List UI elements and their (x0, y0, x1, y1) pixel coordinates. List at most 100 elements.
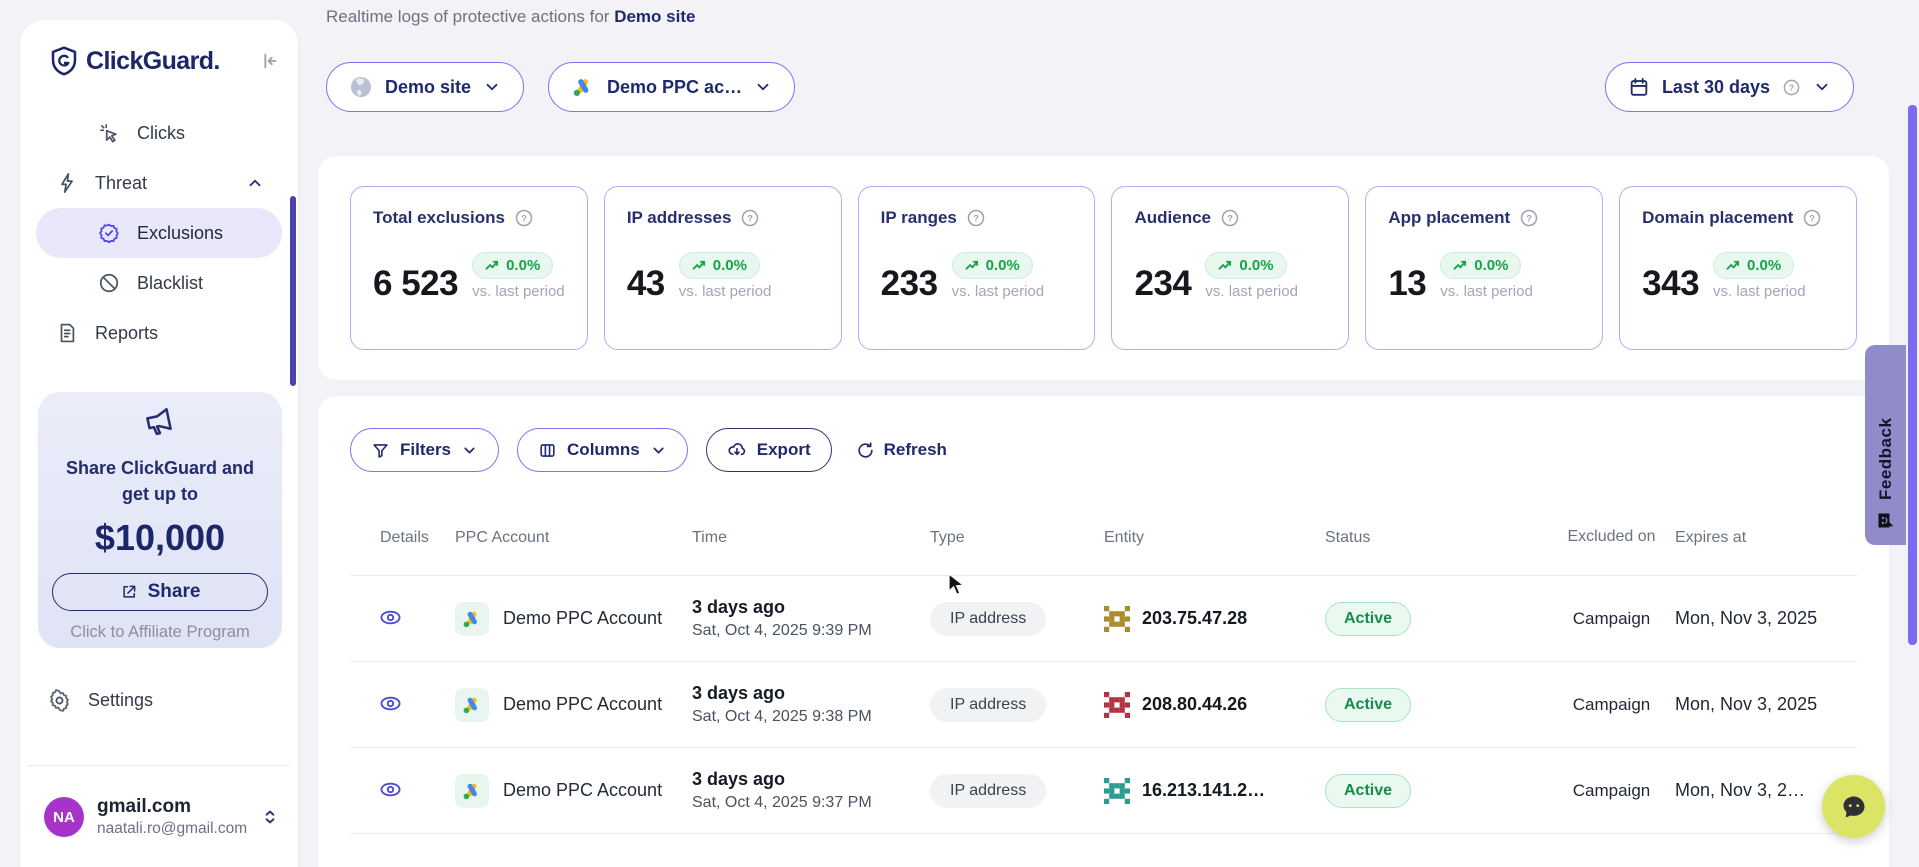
time-absolute: Sat, Oct 4, 2025 9:38 PM (692, 708, 930, 726)
stat-card: Domain placement ? 343 0.0% vs. last per… (1619, 186, 1857, 350)
subtitle-site-name: Demo site (614, 7, 695, 26)
columns-button[interactable]: Columns (517, 428, 688, 472)
clickguard-logo-icon (50, 46, 78, 76)
help-circle-icon[interactable]: ? (740, 208, 760, 228)
stat-value: 6 523 (373, 267, 458, 300)
sidebar-scrollbar-thumb[interactable] (290, 196, 296, 386)
column-header: Excluded on (1567, 527, 1655, 548)
globe-icon (349, 75, 373, 99)
document-icon (56, 322, 78, 344)
expires-at-value: Mon, Nov 3, 2025 (1675, 694, 1857, 715)
sidebar-nav: Clicks Threat Exclusions (36, 108, 282, 358)
svg-text:?: ? (973, 213, 979, 223)
share-button[interactable]: Share (52, 573, 268, 611)
page-scrollbar-thumb[interactable] (1908, 105, 1917, 645)
stat-change-badge: 0.0% (1440, 252, 1521, 279)
stat-change-value: 0.0% (713, 257, 747, 274)
stat-card: Total exclusions ? 6 523 0.0% vs. last p… (350, 186, 588, 350)
feedback-label: Feedback (1876, 361, 1896, 500)
stat-change-badge: 0.0% (1205, 252, 1286, 279)
sidebar-item-label: Reports (95, 323, 158, 344)
ppc-account-selector[interactable]: Demo PPC ac… (548, 62, 795, 112)
gear-icon (48, 689, 71, 712)
stat-label: IP ranges (881, 208, 957, 228)
chat-launcher-button[interactable] (1822, 775, 1885, 838)
google-ads-icon (455, 688, 489, 722)
filters-button[interactable]: Filters (350, 428, 499, 472)
clicks-cursor-icon (98, 122, 120, 144)
help-circle-icon[interactable]: ? (966, 208, 986, 228)
sidebar-collapse-icon[interactable] (258, 50, 280, 72)
sidebar-item-reports[interactable]: Reports (36, 308, 282, 358)
stat-label: Domain placement (1642, 208, 1793, 228)
chevron-down-icon (483, 78, 501, 96)
ppc-account-name: Demo PPC Account (503, 694, 662, 715)
ppc-account-selector-label: Demo PPC ac… (607, 77, 742, 98)
svg-text:?: ? (748, 213, 754, 223)
status-badge: Active (1325, 602, 1411, 636)
help-circle-icon[interactable]: ? (1782, 78, 1801, 97)
chevron-up-icon[interactable] (246, 174, 264, 192)
trend-up-icon (1218, 259, 1233, 272)
sidebar-item-clicks[interactable]: Clicks (36, 108, 282, 158)
ban-icon (98, 272, 120, 294)
sidebar-item-exclusions[interactable]: Exclusions (36, 208, 282, 258)
ppc-account-name: Demo PPC Account (503, 780, 662, 801)
google-ads-icon (455, 602, 489, 636)
stat-value: 43 (627, 267, 665, 300)
entity-value: 203.75.47.28 (1142, 608, 1247, 629)
time-absolute: Sat, Oct 4, 2025 9:37 PM (692, 794, 930, 812)
sidebar-item-blacklist[interactable]: Blacklist (36, 258, 282, 308)
sidebar-item-threat[interactable]: Threat (36, 158, 282, 208)
stat-card: App placement ? 13 0.0% vs. last period (1365, 186, 1603, 350)
table-body: Demo PPC Account 3 days ago Sat, Oct 4, … (350, 576, 1857, 867)
stat-label: Audience (1134, 208, 1211, 228)
date-range-label: Last 30 days (1662, 77, 1770, 98)
help-circle-icon[interactable]: ? (1519, 208, 1539, 228)
help-circle-icon[interactable]: ? (1802, 208, 1822, 228)
chevron-down-icon (461, 442, 478, 459)
date-range-selector[interactable]: Last 30 days ? (1605, 62, 1854, 112)
stat-value: 233 (881, 267, 938, 300)
refresh-button[interactable]: Refresh (856, 440, 947, 460)
brand: ClickGuard. (50, 46, 220, 76)
entity-identicon (1104, 778, 1130, 804)
svg-text:?: ? (1810, 213, 1816, 223)
user-email: naatali.ro@gmail.com (97, 820, 247, 838)
view-details-button[interactable] (376, 689, 405, 718)
table-header-row: Details PPC Account Time Type Entity Sta… (350, 500, 1857, 576)
megaphone-icon (143, 406, 177, 440)
stat-change-value: 0.0% (1474, 257, 1508, 274)
stat-change-badge: 0.0% (679, 252, 760, 279)
type-badge: IP address (930, 774, 1046, 808)
user-account[interactable]: NA gmail.com naatali.ro@gmail.com (32, 780, 286, 854)
sidebar-item-settings[interactable]: Settings (36, 676, 282, 724)
avatar: NA (44, 797, 84, 837)
sidebar: ClickGuard. Clicks Threat (20, 20, 298, 867)
feedback-tab[interactable]: Feedback (1865, 345, 1906, 545)
trend-up-icon (485, 259, 500, 272)
site-selector[interactable]: Demo site (326, 62, 524, 112)
column-header: Type (930, 529, 1104, 547)
sidebar-item-label: Threat (95, 173, 147, 194)
help-circle-icon[interactable]: ? (514, 208, 534, 228)
view-details-button[interactable] (376, 775, 405, 804)
view-details-button[interactable] (376, 603, 405, 632)
svg-text:?: ? (521, 213, 527, 223)
help-circle-icon[interactable]: ? (1220, 208, 1240, 228)
mouse-cursor (947, 573, 969, 597)
entity-value: 16.213.141.2… (1142, 780, 1265, 801)
stat-caption: vs. last period (952, 284, 1045, 301)
settings-label: Settings (88, 690, 153, 711)
column-header: Details (350, 529, 455, 547)
lightning-icon (56, 172, 78, 194)
stat-label: Total exclusions (373, 208, 505, 228)
column-header: PPC Account (455, 529, 692, 547)
promo-caption[interactable]: Click to Affiliate Program (38, 623, 282, 642)
export-button[interactable]: Export (706, 428, 832, 472)
table-toolbar: Filters Columns Export (350, 428, 1857, 472)
trend-up-icon (965, 259, 980, 272)
stat-change-value: 0.0% (986, 257, 1020, 274)
svg-text:?: ? (1526, 213, 1532, 223)
stat-change-value: 0.0% (1747, 257, 1781, 274)
